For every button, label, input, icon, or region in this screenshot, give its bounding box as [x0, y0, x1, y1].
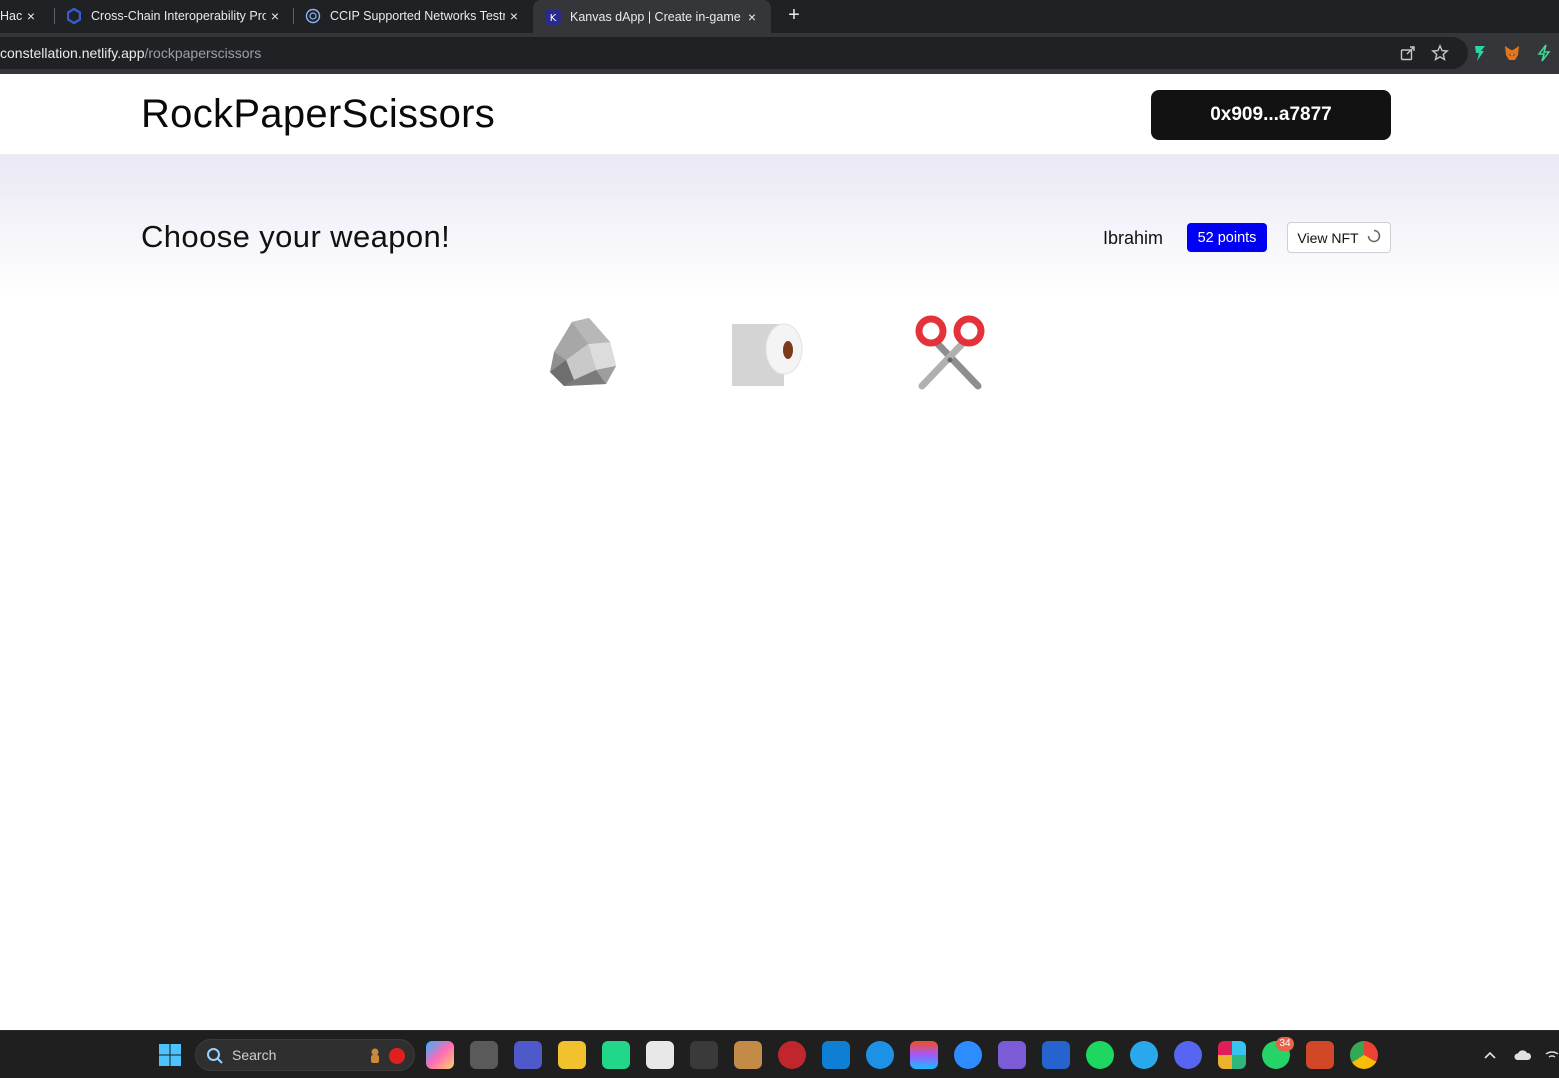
ccip-globe-icon	[305, 8, 321, 24]
wifi-icon[interactable]	[1545, 1047, 1559, 1068]
svg-text:K: K	[550, 13, 557, 24]
site-header: RockPaperScissors 0x909...a7877	[0, 74, 1559, 155]
vscode-icon[interactable]	[822, 1041, 850, 1069]
tab-close-icon[interactable]: ×	[505, 8, 523, 24]
tab-close-icon[interactable]: ×	[743, 9, 761, 25]
package-box-icon[interactable]	[734, 1041, 762, 1069]
page-title: Choose your weapon!	[141, 219, 451, 254]
tab-title: Kanvas dApp | Create in-game D	[570, 9, 743, 24]
web-page: RockPaperScissors 0x909...a7877 Choose y…	[0, 74, 1559, 1030]
todo-check-icon[interactable]	[1042, 1041, 1070, 1069]
copilot-icon[interactable]	[426, 1041, 454, 1069]
rock-choice[interactable]	[542, 312, 622, 392]
chainlink-hexagon-icon	[66, 7, 82, 24]
slack-icon[interactable]	[1218, 1041, 1246, 1069]
search-label: Search	[232, 1047, 277, 1063]
view-nft-button[interactable]: View NFT	[1287, 222, 1391, 253]
bookmark-star-icon[interactable]	[1428, 41, 1452, 65]
view-nft-label: View NFT	[1297, 229, 1359, 246]
toilet-paper-icon	[732, 323, 803, 386]
paper-choice[interactable]	[726, 312, 806, 392]
url-path: /rockpaperscissors	[144, 45, 262, 61]
browser-tab-strip: Hacka × Cross-Chain Interoperability Pro…	[0, 0, 1559, 33]
metamask-fox-icon[interactable]	[1500, 41, 1524, 65]
address-bar[interactable]: constellation.netlify.app/rockpapersciss…	[0, 37, 1468, 69]
chrome-icon[interactable]	[1350, 1041, 1378, 1069]
spotify-icon[interactable]	[1086, 1041, 1114, 1069]
task-view-icon[interactable]	[470, 1041, 498, 1069]
wallet-connect-button[interactable]: 0x909...a7877	[1151, 90, 1391, 140]
site-brand[interactable]: RockPaperScissors	[141, 92, 495, 137]
tab-hacka[interactable]: Hacka ×	[0, 0, 50, 31]
docker-icon[interactable]	[866, 1041, 894, 1069]
address-url[interactable]: constellation.netlify.app/rockpapersciss…	[0, 37, 261, 69]
scissors-choice[interactable]	[910, 312, 990, 392]
loading-spinner-icon	[1367, 229, 1381, 246]
url-host: constellation.netlify.app	[0, 45, 145, 61]
search-icon	[206, 1047, 224, 1070]
record-dot-icon	[388, 1047, 406, 1070]
tab-kanvas-active[interactable]: K Kanvas dApp | Create in-game D ×	[533, 0, 771, 33]
teams-icon[interactable]	[514, 1041, 542, 1069]
onedrive-cloud-icon[interactable]	[1512, 1047, 1532, 1068]
clapper-icon[interactable]	[998, 1041, 1026, 1069]
windows-start-icon[interactable]	[156, 1041, 184, 1069]
tab-title: CCIP Supported Networks Testne	[330, 8, 505, 23]
taskbar-search[interactable]: Search	[195, 1039, 415, 1071]
extension-green-icon[interactable]	[1468, 41, 1492, 65]
redis-icon[interactable]	[778, 1041, 806, 1069]
gingerbread-icon	[366, 1047, 384, 1070]
telegram-icon[interactable]	[1130, 1041, 1158, 1069]
powerpoint-icon[interactable]	[1306, 1041, 1334, 1069]
points-badge: 52 points	[1187, 223, 1267, 252]
share-icon[interactable]	[1396, 41, 1420, 65]
discord-icon[interactable]	[1174, 1041, 1202, 1069]
file-explorer-icon[interactable]	[558, 1041, 586, 1069]
tab-ccip-networks[interactable]: CCIP Supported Networks Testne ×	[293, 0, 533, 31]
tab-title: Hacka	[0, 8, 22, 23]
tab-close-icon[interactable]: ×	[22, 8, 40, 24]
chevron-up-icon[interactable]	[1482, 1047, 1498, 1068]
browser-toolbar: constellation.netlify.app/rockpapersciss…	[0, 33, 1559, 74]
tab-close-icon[interactable]: ×	[266, 8, 284, 24]
figma-icon[interactable]	[910, 1041, 938, 1069]
tab-cross-chain[interactable]: Cross-Chain Interoperability Pro ×	[54, 0, 294, 31]
ms-store-icon[interactable]	[646, 1041, 674, 1069]
os-taskbar: Search 34	[0, 1030, 1559, 1078]
zoom-icon[interactable]	[954, 1041, 982, 1069]
new-tab-button[interactable]: +	[782, 3, 806, 27]
player-name: Ibrahim	[1103, 228, 1164, 248]
rock-icon	[550, 318, 616, 386]
bolt-extension-icon[interactable]	[1532, 41, 1556, 65]
tab-title: Cross-Chain Interoperability Pro	[91, 8, 266, 23]
scissors-icon	[915, 315, 985, 390]
kanvas-k-icon: K	[545, 8, 561, 25]
pycharm-icon[interactable]	[602, 1041, 630, 1069]
whatsapp-unread-badge: 34	[1276, 1037, 1294, 1051]
terminal-icon[interactable]	[690, 1041, 718, 1069]
